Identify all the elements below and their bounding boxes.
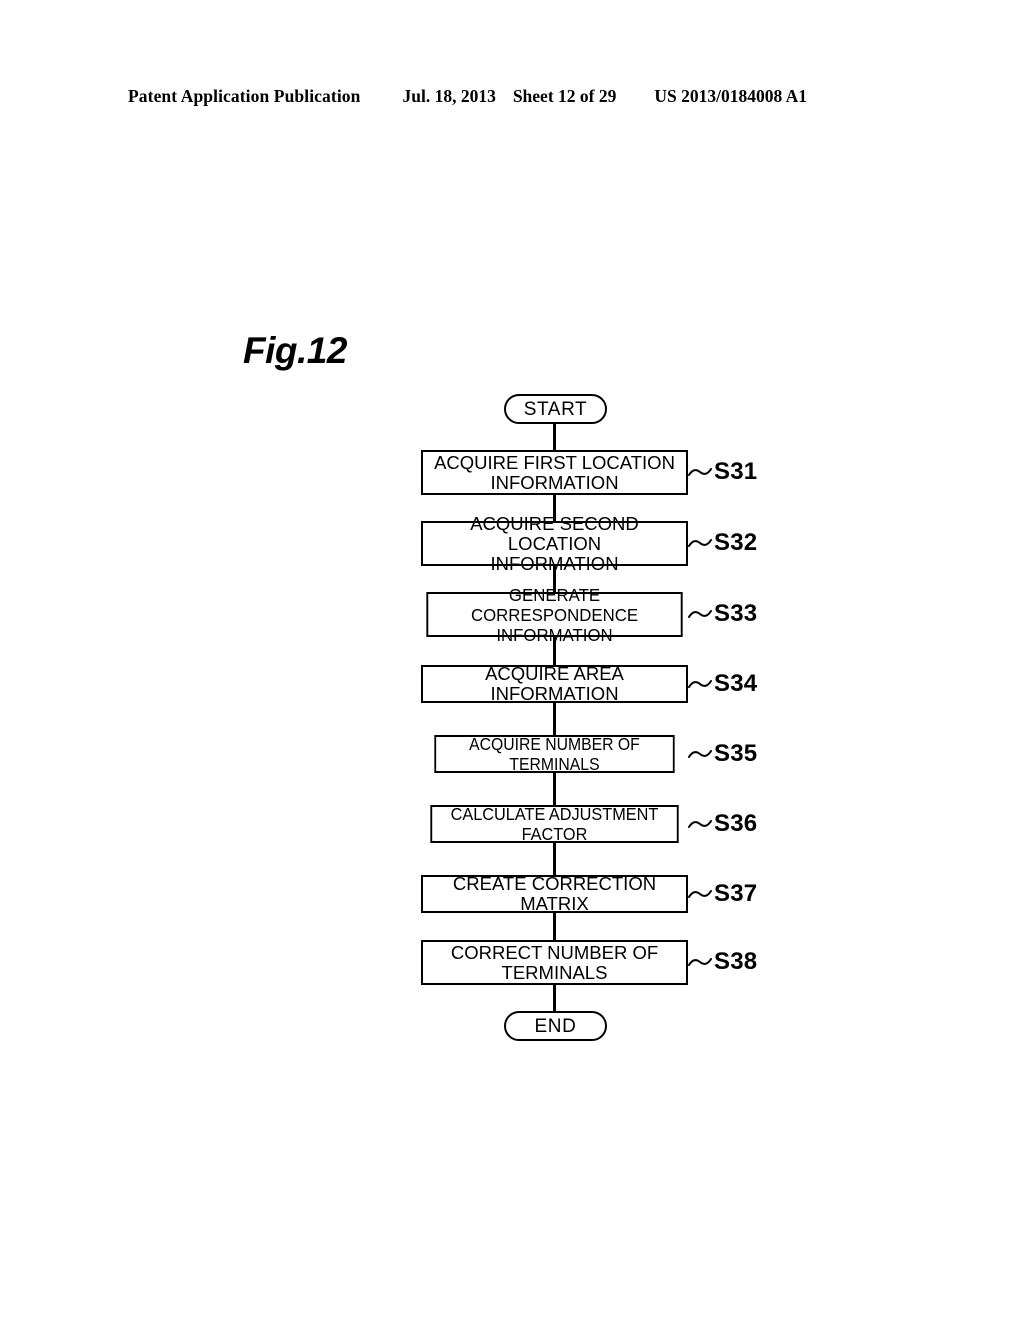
flow-step-label-s35: S35 <box>688 741 757 767</box>
flow-step-box-s38: CORRECT NUMBER OF TERMINALS <box>421 940 688 985</box>
connector-s33-to-s34 <box>553 637 556 665</box>
flow-step-box-s36: CALCULATE ADJUSTMENT FACTOR <box>430 804 679 844</box>
flow-step-box-s32: ACQUIRE SECOND LOCATION INFORMATION <box>421 513 688 573</box>
connector-s36-to-s37 <box>553 843 556 875</box>
flow-step-label-s31: S31 <box>688 459 757 485</box>
flowchart-diagram: START ACQUIRE FIRST LOCATION INFORMATION… <box>0 0 1024 1320</box>
flow-step-id-s31: S31 <box>714 458 758 485</box>
connector-s37-to-s38 <box>553 913 556 940</box>
connector-s35-to-s36 <box>553 773 556 805</box>
leader-tilde-icon <box>688 888 712 900</box>
flow-step-id-s34: S34 <box>714 670 758 697</box>
leader-tilde-icon <box>688 466 712 478</box>
flow-step-box-s33: GENERATE CORRESPONDENCE INFORMATION <box>426 585 683 645</box>
flow-step-id-s36: S36 <box>714 810 758 837</box>
flow-terminal-end: END <box>504 1011 607 1041</box>
leader-tilde-icon <box>688 537 712 549</box>
connector-s38-to-end <box>553 985 556 1011</box>
flow-step-id-s35: S35 <box>714 740 758 767</box>
connector-start-to-s31 <box>553 423 556 451</box>
flow-step-id-s33: S33 <box>714 600 758 627</box>
flow-step-label-s33: S33 <box>688 601 757 627</box>
flow-terminal-start: START <box>504 394 607 424</box>
leader-tilde-icon <box>688 818 712 830</box>
flow-step-label-s32: S32 <box>688 530 757 556</box>
leader-tilde-icon <box>688 608 712 620</box>
flow-step-id-s37: S37 <box>714 880 758 907</box>
flow-step-label-s37: S37 <box>688 881 757 907</box>
flow-step-id-s32: S32 <box>714 529 758 556</box>
flow-step-box-s37: CREATE CORRECTION MATRIX <box>421 874 688 914</box>
leader-tilde-icon <box>688 956 712 968</box>
flow-step-box-s31: ACQUIRE FIRST LOCATION INFORMATION <box>421 450 688 495</box>
flow-step-label-s34: S34 <box>688 671 757 697</box>
leader-tilde-icon <box>688 748 712 760</box>
flow-step-box-s35: ACQUIRE NUMBER OF TERMINALS <box>434 734 675 774</box>
leader-tilde-icon <box>688 678 712 690</box>
flow-step-label-s36: S36 <box>688 811 757 837</box>
connector-s34-to-s35 <box>553 703 556 735</box>
flow-step-id-s38: S38 <box>714 948 758 975</box>
flow-step-box-s34: ACQUIRE AREA INFORMATION <box>421 664 688 704</box>
flow-step-label-s38: S38 <box>688 949 757 975</box>
